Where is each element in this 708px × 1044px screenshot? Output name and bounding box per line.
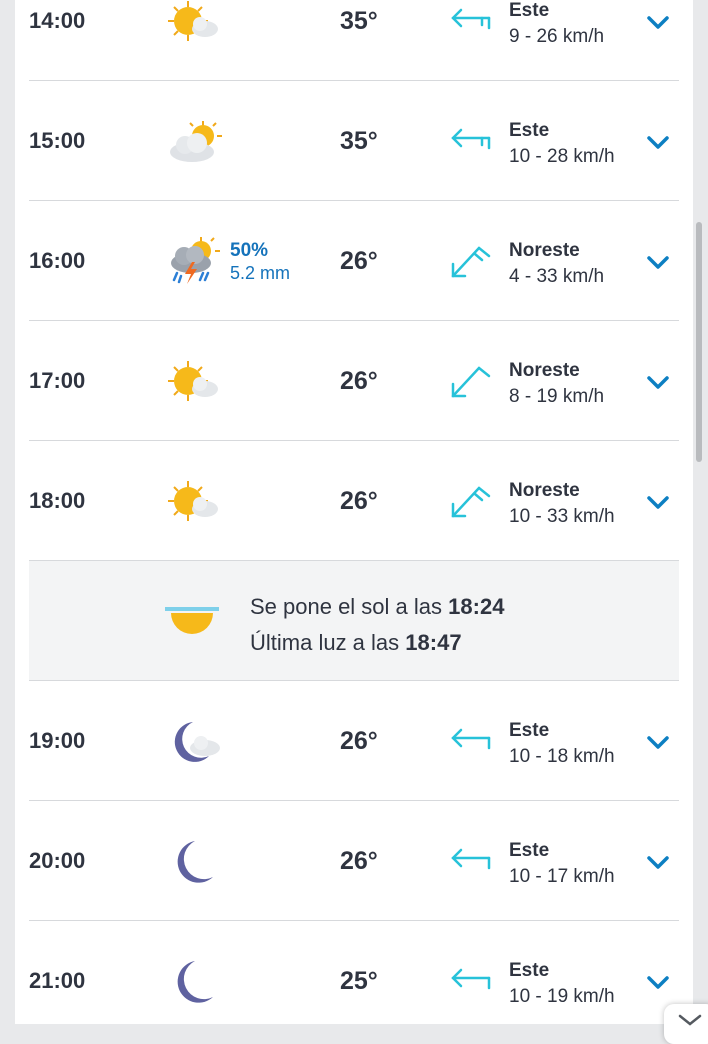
hour-temperature: 35°	[340, 6, 378, 35]
wind-direction: Este	[509, 960, 550, 981]
wind-info: Este 10 - 18 km/h	[509, 718, 615, 770]
wind-east-arrow-icon	[451, 128, 491, 150]
wind-east-arrow-icon	[451, 8, 491, 30]
hour-temperature: 35°	[340, 126, 378, 155]
sunset-text: Se pone el sol a las 18:24 Última luz a …	[250, 589, 504, 661]
chevron-down-icon[interactable]	[645, 494, 671, 512]
hour-temperature: 26°	[340, 246, 378, 275]
wind-direction: Este	[509, 720, 550, 741]
hour-temperature: 26°	[340, 486, 378, 515]
precipitation-info: 50% 5.2 mm	[230, 240, 290, 284]
hour-time: 18:00	[29, 488, 86, 513]
hour-time: 21:00	[29, 968, 86, 993]
chevron-down-icon	[678, 1014, 702, 1026]
wind-info: Este 10 - 17 km/h	[509, 838, 615, 890]
wind-info: Este 10 - 19 km/h	[509, 958, 615, 1010]
hour-row-1900[interactable]: 19:00 26° Este 10 - 18 km/h	[29, 682, 679, 801]
wind-east-arrow-icon	[451, 728, 491, 750]
chevron-down-icon[interactable]	[645, 254, 671, 272]
sunset-label: Se pone el sol a las	[250, 594, 443, 619]
wind-direction: Noreste	[509, 360, 580, 381]
wind-east-arrow-icon	[451, 848, 491, 870]
last-light-label: Última luz a las	[250, 630, 400, 655]
wind-info: Noreste 8 - 19 km/h	[509, 358, 604, 410]
chevron-down-icon[interactable]	[645, 734, 671, 752]
wind-direction: Noreste	[509, 480, 580, 501]
wind-info: Este 9 - 26 km/h	[509, 0, 604, 50]
sun-cloud-icon	[168, 481, 218, 521]
wind-east-arrow-icon	[451, 968, 491, 990]
hour-time: 19:00	[29, 728, 86, 753]
hour-row-1800[interactable]: 18:00 26° Noreste 10 - 33 km/h	[29, 442, 679, 561]
wind-direction: Este	[509, 0, 550, 21]
hour-row-2000[interactable]: 20:00 26° Este 10 - 17 km/h	[29, 802, 679, 921]
wind-direction: Noreste	[509, 240, 580, 261]
sunset-time: 18:24	[448, 594, 505, 619]
wind-info: Noreste 4 - 33 km/h	[509, 238, 604, 290]
wind-speed: 4 - 33 km/h	[509, 266, 605, 287]
wind-info: Este 10 - 28 km/h	[509, 118, 615, 170]
sunset-info-panel: Se pone el sol a las 18:24 Última luz a …	[29, 561, 679, 681]
wind-speed: 9 - 26 km/h	[509, 26, 605, 47]
chevron-down-icon[interactable]	[645, 974, 671, 992]
hour-row-1400[interactable]: 14:00 35° Este 9 - 26 km/h	[29, 0, 679, 81]
wind-speed: 8 - 19 km/h	[509, 386, 605, 407]
hourly-forecast-list: 14:00 35° Este 9 - 26 km/h 15:00 35° Est…	[15, 0, 693, 1024]
wind-direction: Este	[509, 120, 550, 141]
hour-row-2100[interactable]: 21:00 25° Este 10 - 19 km/h	[29, 922, 679, 1024]
moon-icon	[177, 961, 213, 1003]
wind-direction: Este	[509, 840, 550, 861]
sunset-icon	[165, 607, 219, 634]
chevron-down-icon[interactable]	[645, 134, 671, 152]
hour-row-1600[interactable]: 16:00 50% 5.2 mm 26° Noreste 4 - 33 km/h	[29, 202, 679, 321]
hour-temperature: 26°	[340, 846, 378, 875]
last-light-line: Última luz a las 18:47	[250, 625, 504, 661]
wind-northeast-arrow-icon	[451, 486, 491, 518]
hour-row-1700[interactable]: 17:00 26° Noreste 8 - 19 km/h	[29, 322, 679, 441]
hour-time: 14:00	[29, 8, 86, 33]
hour-row-1500[interactable]: 15:00 35° Este 10 - 28 km/h	[29, 82, 679, 201]
thunderstorm-icon	[171, 237, 220, 284]
wind-speed: 10 - 19 km/h	[509, 986, 615, 1007]
chevron-down-icon[interactable]	[645, 374, 671, 392]
sunset-line: Se pone el sol a las 18:24	[250, 589, 504, 625]
wind-speed: 10 - 33 km/h	[509, 506, 615, 527]
hour-time: 17:00	[29, 368, 86, 393]
wind-speed: 10 - 18 km/h	[509, 746, 615, 767]
last-light-time: 18:47	[405, 630, 462, 655]
hour-temperature: 26°	[340, 366, 378, 395]
moon-cloud-icon	[174, 722, 220, 762]
sun-cloud-icon	[168, 1, 218, 41]
wind-info: Noreste 10 - 33 km/h	[509, 478, 615, 530]
wind-speed: 10 - 28 km/h	[509, 146, 615, 167]
moon-icon	[177, 841, 213, 883]
wind-speed: 10 - 17 km/h	[509, 866, 615, 887]
precipitation-amount: 5.2 mm	[230, 263, 291, 283]
wind-northeast-arrow-icon	[451, 366, 491, 398]
hour-temperature: 26°	[340, 726, 378, 755]
scroll-down-button[interactable]	[664, 1004, 708, 1044]
chevron-down-icon[interactable]	[645, 854, 671, 872]
wind-northeast-arrow-icon	[451, 246, 491, 278]
hour-time: 15:00	[29, 128, 86, 153]
sun-cloud-icon	[168, 361, 218, 401]
hour-time: 16:00	[29, 248, 86, 273]
hour-time: 20:00	[29, 848, 86, 873]
chevron-down-icon[interactable]	[645, 14, 671, 32]
hour-temperature: 25°	[340, 966, 378, 995]
cloud-sun-icon	[170, 121, 222, 162]
vertical-scrollbar[interactable]	[696, 222, 702, 462]
precipitation-probability: 50%	[230, 240, 269, 261]
